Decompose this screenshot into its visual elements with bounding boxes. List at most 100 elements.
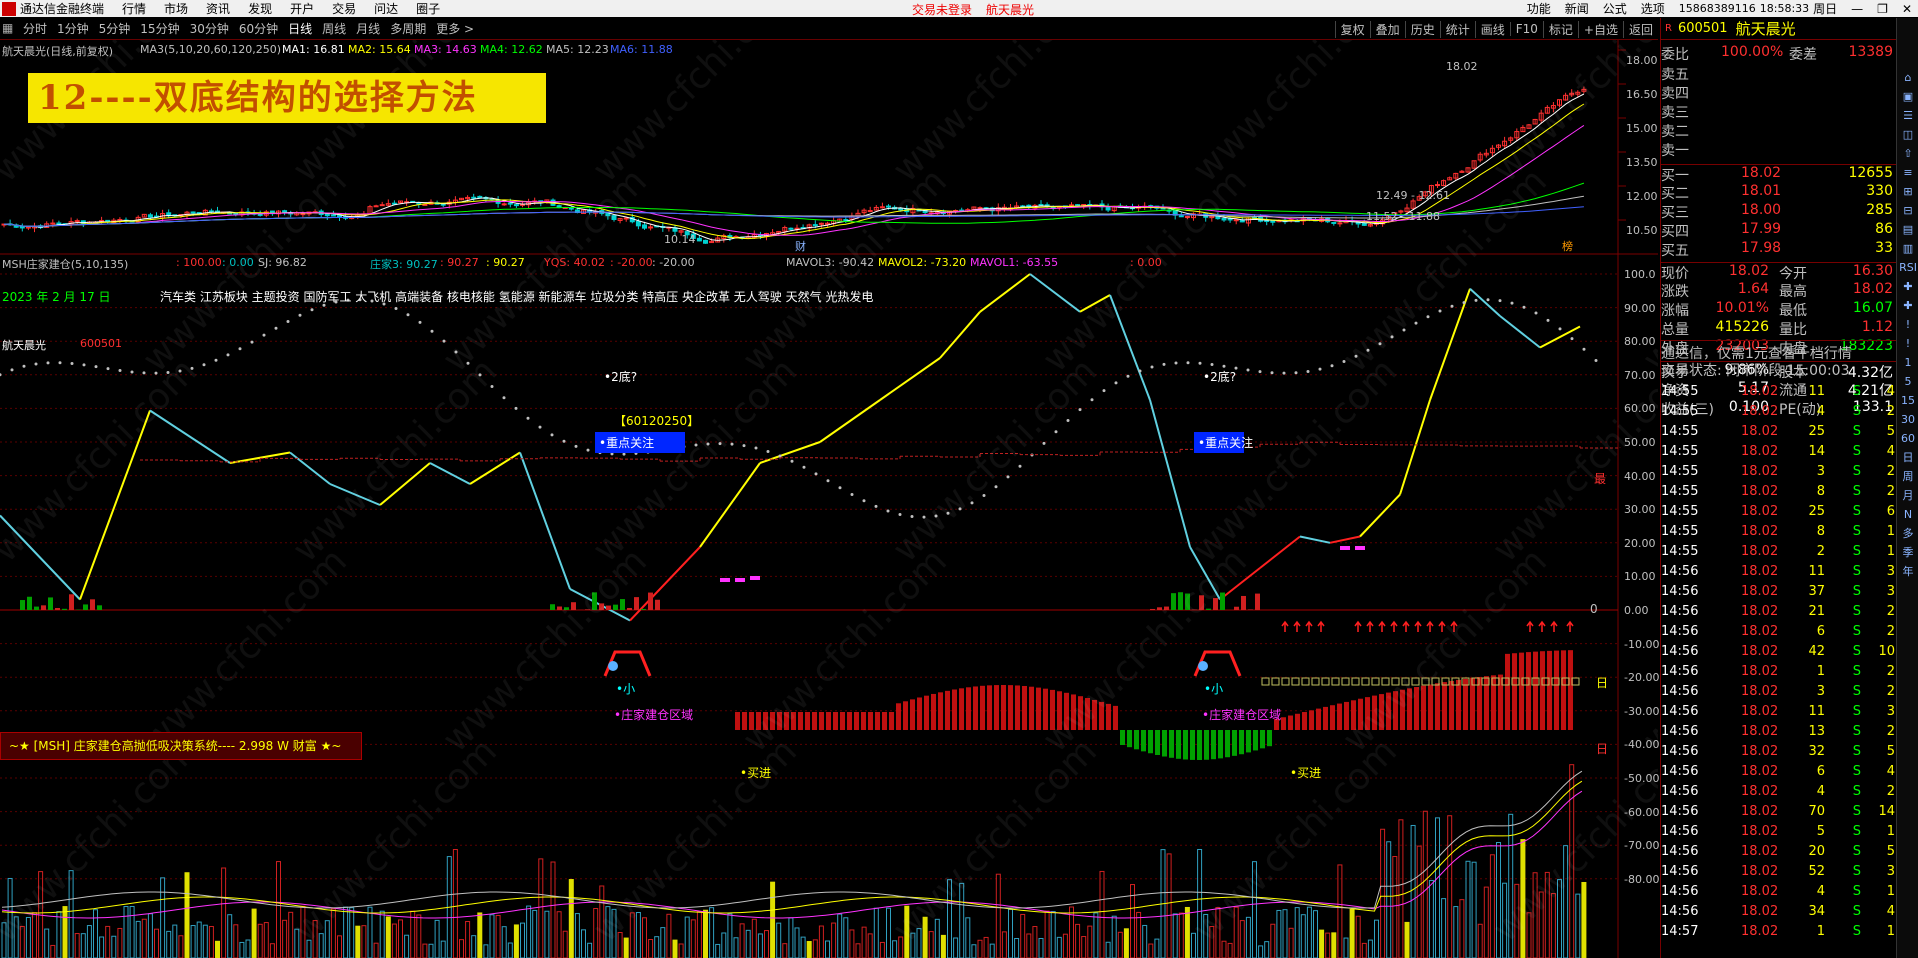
sidebar-button[interactable]: ! <box>1897 334 1918 353</box>
tool-adjust[interactable]: 复权 <box>1334 20 1370 38</box>
sidebar-button[interactable]: ≡ <box>1897 163 1918 182</box>
ma-settings-label[interactable]: MA3(5,10,20,60,120,250) <box>140 43 281 56</box>
signal-bar <box>1234 606 1239 610</box>
menu-item-quotes[interactable]: 行情 <box>122 0 146 17</box>
indicator-axis-tick: -40.00 <box>1624 738 1660 752</box>
tool-mark[interactable]: 标记 <box>1542 20 1578 38</box>
tool-back[interactable]: 返回 <box>1622 20 1658 38</box>
sidebar-button[interactable]: ! <box>1897 315 1918 334</box>
sidebar-button[interactable]: 1 <box>1897 353 1918 372</box>
tick-row: 14:56 18.02 6 S 2 <box>1661 624 1897 642</box>
volume-bar <box>800 936 806 958</box>
histogram-bar <box>994 685 999 730</box>
bid-row[interactable]: 买二 18.01 330 <box>1661 183 1897 202</box>
red-up-arrow <box>1378 620 1386 632</box>
sidebar-button[interactable]: 季 <box>1897 543 1918 562</box>
bid-row[interactable]: 买一 18.02 12655 <box>1661 164 1897 184</box>
menu-item-formula[interactable]: 公式 <box>1603 0 1627 17</box>
grid-icon[interactable]: ▦ <box>2 21 18 37</box>
period-daily[interactable]: 日线 <box>288 20 312 37</box>
bid-row[interactable]: 买五 17.98 33 <box>1661 240 1897 259</box>
ask-row[interactable]: 卖一 <box>1661 140 1897 159</box>
period-15min[interactable]: 15分钟 <box>140 20 179 37</box>
bid-row[interactable]: 买四 17.99 86 <box>1661 221 1897 240</box>
sidebar-button[interactable]: ◫ <box>1897 125 1918 144</box>
period-monthly[interactable]: 月线 <box>356 20 380 37</box>
menu-item-trade[interactable]: 交易 <box>332 0 356 17</box>
sidebar-button[interactable]: ⇧ <box>1897 144 1918 163</box>
volume-bar <box>745 929 751 958</box>
menu-item-options[interactable]: 选项 <box>1641 0 1665 17</box>
sidebar-button[interactable]: ⊟ <box>1897 201 1918 220</box>
indicator-v5: : -20.00 <box>610 256 653 269</box>
ask-row[interactable]: 卖四 <box>1661 83 1897 102</box>
sidebar-button[interactable]: ▥ <box>1897 239 1918 258</box>
sidebar-button[interactable]: ✚ <box>1897 296 1918 315</box>
menu-item-function[interactable]: 功能 <box>1527 0 1551 17</box>
period-multi[interactable]: 多周期 <box>390 20 426 37</box>
indicator-v1: : 100.00 <box>176 256 222 269</box>
period-more[interactable]: 更多 > <box>436 20 474 37</box>
sidebar-button[interactable]: N <box>1897 505 1918 524</box>
dot-line-point <box>946 511 950 515</box>
indicator-name[interactable]: MSH庄家建仓(5,10,135) <box>2 256 128 272</box>
ask-level-label: 卖一 <box>1661 143 1689 159</box>
sidebar-button[interactable]: ☰ <box>1897 106 1918 125</box>
indicator-axis-tick: 90.00 <box>1624 301 1656 315</box>
period-weekly[interactable]: 周线 <box>322 20 346 37</box>
tool-overlay[interactable]: 叠加 <box>1369 20 1405 38</box>
chart-area[interactable] <box>0 40 1658 958</box>
dot-line-point <box>1426 315 1430 319</box>
sidebar-button[interactable]: ▤ <box>1897 220 1918 239</box>
volume-bar <box>965 917 971 958</box>
tool-history[interactable]: 历史 <box>1404 20 1440 38</box>
sidebar-button[interactable]: 月 <box>1897 486 1918 505</box>
period-60min[interactable]: 60分钟 <box>239 20 278 37</box>
sidebar-button[interactable]: 15 <box>1897 391 1918 410</box>
sidebar-button[interactable]: 5 <box>1897 372 1918 391</box>
tool-f10[interactable]: F10 <box>1509 22 1543 36</box>
menu-item-ask[interactable]: 问达 <box>374 0 398 17</box>
menu-item-market[interactable]: 市场 <box>164 0 188 17</box>
sidebar-button[interactable]: 60 <box>1897 429 1918 448</box>
period-5min[interactable]: 5分钟 <box>99 20 131 37</box>
sidebar-button[interactable]: 周 <box>1897 467 1918 486</box>
volume-bar <box>312 920 318 958</box>
sidebar-button[interactable]: ▣ <box>1897 87 1918 106</box>
tool-stats[interactable]: 统计 <box>1439 20 1475 38</box>
volume-bar <box>501 926 507 958</box>
menu-item-open-account[interactable]: 开户 <box>290 0 314 17</box>
menu-item-news[interactable]: 资讯 <box>206 0 230 17</box>
sidebar-button[interactable]: ⊞ <box>1897 182 1918 201</box>
sidebar-button[interactable]: 日 <box>1897 448 1918 467</box>
period-timeshare[interactable]: 分时 <box>23 20 47 37</box>
menu-item-circle[interactable]: 圈子 <box>416 0 440 17</box>
menu-item-discover[interactable]: 发现 <box>248 0 272 17</box>
ask-row[interactable]: 卖五 <box>1661 64 1897 83</box>
histogram-bar <box>1190 730 1195 760</box>
sidebar-button[interactable]: RSI <box>1897 258 1918 277</box>
minimize-button[interactable]: — <box>1851 2 1863 16</box>
red-up-arrow <box>1538 620 1546 632</box>
list-marker[interactable]: 榜 <box>1562 238 1573 254</box>
sidebar-button[interactable]: 30 <box>1897 410 1918 429</box>
period-30min[interactable]: 30分钟 <box>190 20 229 37</box>
tool-add-watchlist[interactable]: +自选 <box>1577 20 1623 38</box>
bid-row[interactable]: 买三 18.00 285 <box>1661 202 1897 221</box>
menu-item-news-right[interactable]: 新闻 <box>1565 0 1589 17</box>
sidebar-button[interactable]: ⌂ <box>1897 68 1918 87</box>
sidebar-button[interactable]: 多 <box>1897 524 1918 543</box>
dot-line-point <box>34 362 38 366</box>
dot-line-point <box>10 368 14 372</box>
ask-row[interactable]: 卖二 <box>1661 121 1897 140</box>
close-button[interactable]: ✕ <box>1902 2 1912 16</box>
sidebar-button[interactable]: 年 <box>1897 562 1918 581</box>
sidebar-button[interactable]: ✚ <box>1897 277 1918 296</box>
restore-button[interactable]: ❐ <box>1877 2 1888 16</box>
ask-row[interactable]: 卖三 <box>1661 102 1897 121</box>
tool-draw[interactable]: 画线 <box>1474 20 1510 38</box>
finance-marker[interactable]: 财 <box>795 238 806 254</box>
period-1min[interactable]: 1分钟 <box>57 20 89 37</box>
trade-not-logged-in[interactable]: 交易未登录 <box>912 1 972 18</box>
volume-bar <box>989 943 995 958</box>
